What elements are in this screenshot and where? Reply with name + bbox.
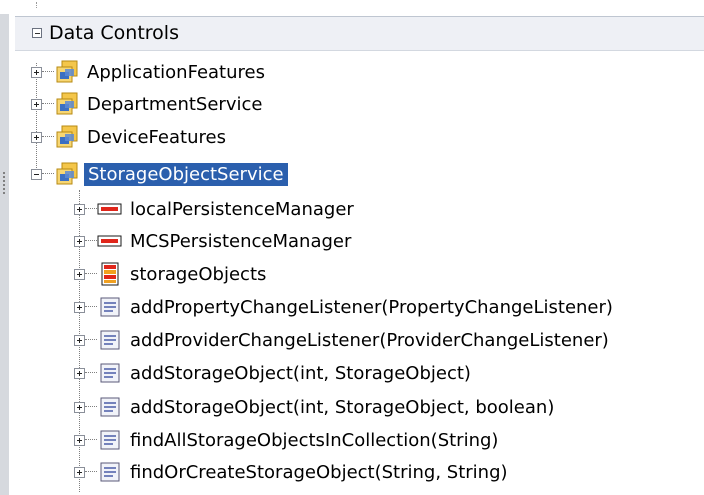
expand-icon[interactable]: [74, 401, 85, 413]
method-icon: [97, 362, 123, 384]
method-icon: [97, 296, 123, 318]
expand-icon[interactable]: [74, 268, 85, 280]
panel-splitter[interactable]: [0, 14, 9, 495]
tree-node-label: addStorageObject(int, StorageObject, boo…: [130, 396, 555, 418]
method-icon: [97, 461, 123, 483]
expand-icon[interactable]: [74, 334, 85, 346]
tree-connector: [85, 339, 97, 341]
section-title: Data Controls: [49, 22, 179, 44]
panel-top-strip: [0, 0, 704, 14]
tree-node-method[interactable]: findAllStorageObjectsInCollection(String…: [74, 425, 498, 455]
method-icon: [97, 396, 123, 418]
tree-node-method[interactable]: addStorageObject(int, StorageObject, boo…: [74, 392, 554, 422]
tree-node-label: findAllStorageObjectsInCollection(String…: [130, 429, 499, 451]
tree-node-label: addPropertyChangeListener(PropertyChange…: [130, 296, 613, 318]
tree-node-device-features[interactable]: DeviceFeatures: [31, 122, 226, 152]
object-attribute-icon: [97, 201, 123, 217]
expand-icon[interactable]: [31, 98, 42, 110]
tree-node-mcs-persistence-manager[interactable]: MCSPersistenceManager: [74, 226, 351, 256]
tree-connector: [85, 439, 97, 441]
tree-node-label: DepartmentService: [87, 93, 263, 115]
tree-node-application-features[interactable]: ApplicationFeatures: [31, 57, 265, 87]
data-control-icon: [54, 59, 80, 85]
tree-node-storage-object-service[interactable]: StorageObjectService: [31, 159, 288, 189]
tree-node-method[interactable]: addPropertyChangeListener(PropertyChange…: [74, 292, 613, 322]
data-control-icon: [54, 124, 80, 150]
tree-node-storage-objects[interactable]: storageObjects: [74, 259, 266, 289]
tree-connector: [85, 273, 97, 275]
tree-node-label: MCSPersistenceManager: [130, 230, 352, 252]
method-icon: [97, 429, 123, 451]
tree-connector: [42, 173, 54, 175]
tree-node-label: DeviceFeatures: [87, 126, 226, 148]
expand-icon[interactable]: [74, 434, 85, 446]
expand-icon[interactable]: [74, 466, 85, 478]
splitter-grip-icon[interactable]: [3, 172, 5, 194]
expand-icon[interactable]: [31, 66, 42, 78]
tree-node-label: addProviderChangeListener(ProviderChange…: [130, 329, 609, 351]
tree-node-method[interactable]: findOrCreateStorageObject(String, String…: [74, 457, 508, 487]
tree-connector: [42, 71, 54, 73]
tree-node-method[interactable]: addStorageObject(int, StorageObject): [74, 358, 471, 388]
object-attribute-icon: [97, 233, 123, 249]
tree-connector: [85, 306, 97, 308]
tree-node-label: findOrCreateStorageObject(String, String…: [130, 461, 508, 483]
tree-node-local-persistence-manager[interactable]: localPersistenceManager: [74, 194, 354, 224]
tree-connector: [85, 471, 97, 473]
expand-icon[interactable]: [31, 131, 42, 143]
data-control-icon: [54, 91, 80, 117]
expand-icon[interactable]: [74, 203, 85, 215]
tree-connector: [42, 136, 54, 138]
data-control-icon: [54, 161, 80, 187]
method-icon: [97, 329, 123, 351]
collection-icon: [97, 262, 123, 286]
expand-icon[interactable]: [74, 367, 85, 379]
collapse-icon[interactable]: [31, 168, 42, 180]
tree-node-label: localPersistenceManager: [130, 198, 354, 220]
collapse-icon[interactable]: [32, 28, 42, 38]
tree-connector: [42, 103, 54, 105]
data-controls-header[interactable]: Data Controls: [15, 16, 704, 51]
tree-connector: [85, 406, 97, 408]
tree-node-label: storageObjects: [130, 263, 267, 285]
expand-icon[interactable]: [74, 235, 85, 247]
tree-connector: [85, 208, 97, 210]
tree-node-department-service[interactable]: DepartmentService: [31, 89, 262, 119]
tree-node-label-selected: StorageObjectService: [84, 162, 288, 186]
tree-connector: [85, 240, 97, 242]
tree-node-label: addStorageObject(int, StorageObject): [130, 362, 471, 384]
tree-connector: [85, 372, 97, 374]
tree-node-label: ApplicationFeatures: [87, 61, 265, 83]
tree-node-method[interactable]: addProviderChangeListener(ProviderChange…: [74, 325, 609, 355]
expand-icon[interactable]: [74, 301, 85, 313]
tree-connector: [36, 2, 47, 8]
